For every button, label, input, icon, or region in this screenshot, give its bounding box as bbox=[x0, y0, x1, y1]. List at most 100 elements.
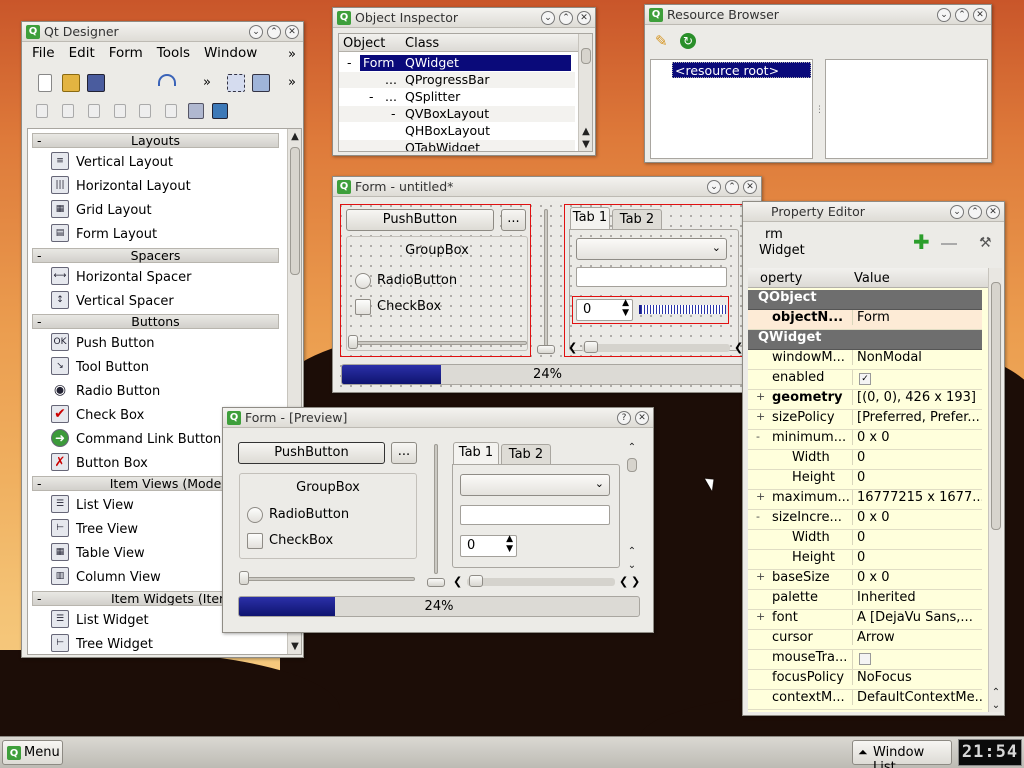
layout-grid-icon[interactable] bbox=[139, 104, 151, 118]
scroll-left-icon[interactable]: ❮ bbox=[453, 575, 462, 588]
vertical-slider[interactable] bbox=[544, 209, 548, 349]
scroll-right-icon-2[interactable]: ❯ bbox=[631, 575, 640, 588]
property-row[interactable]: + font A [DejaVu Sans,... bbox=[748, 610, 982, 630]
property-row[interactable]: Height 0 bbox=[748, 550, 982, 570]
scroll-thumb[interactable] bbox=[290, 147, 300, 275]
expand-icon[interactable]: + bbox=[756, 610, 765, 623]
edit-signals-icon[interactable] bbox=[252, 74, 270, 92]
slider-handle[interactable] bbox=[239, 571, 249, 585]
menu-tools[interactable]: Tools bbox=[157, 45, 190, 61]
widget-item[interactable]: Command Link Button bbox=[76, 432, 221, 447]
scroll-up-icon-2[interactable]: ⌃ bbox=[625, 546, 639, 557]
tab-2[interactable]: Tab 2 bbox=[501, 444, 551, 464]
category-buttons[interactable]: - Buttons bbox=[32, 314, 279, 329]
property-row[interactable]: Width 0 bbox=[748, 530, 982, 550]
edit-widgets-icon[interactable] bbox=[227, 74, 245, 92]
property-value[interactable]: A [DejaVu Sans,... bbox=[852, 610, 982, 625]
scroll-right-icon[interactable]: ❮ bbox=[619, 575, 628, 588]
property-value[interactable] bbox=[852, 650, 982, 669]
widget-item[interactable]: Radio Button bbox=[76, 384, 160, 399]
scroll-down-icon[interactable]: ⌄ bbox=[989, 700, 1002, 711]
widget-item[interactable]: Vertical Layout bbox=[76, 155, 173, 170]
layout-split-v-icon[interactable] bbox=[114, 104, 126, 118]
scroll-up-icon[interactable]: ⌃ bbox=[625, 442, 639, 453]
menu-form[interactable]: Form bbox=[109, 45, 143, 61]
header-class[interactable]: Class bbox=[405, 36, 439, 51]
designer-titlebar[interactable]: Q Qt Designer ⌄ ⌃ ✕ bbox=[22, 22, 303, 42]
property-row[interactable]: - sizeIncre... 0 x 0 bbox=[748, 510, 982, 530]
tool-button[interactable]: ... bbox=[501, 209, 526, 231]
property-value[interactable]: [(0, 0), 426 x 193] bbox=[852, 390, 982, 405]
property-value[interactable]: 0 bbox=[852, 450, 982, 465]
widget-item[interactable]: Horizontal Layout bbox=[76, 179, 191, 194]
property-row[interactable]: cursor Arrow bbox=[748, 630, 982, 650]
expand-icon[interactable]: + bbox=[756, 490, 765, 503]
preview-horizontal-scrollbar[interactable]: ❮ ❮ ❯ bbox=[453, 575, 643, 589]
tool-button[interactable]: ... bbox=[391, 442, 417, 464]
resource-root-item[interactable]: <resource root> bbox=[672, 62, 811, 78]
minimize-icon[interactable]: ⌄ bbox=[707, 180, 721, 194]
category-spacers[interactable]: - Spacers bbox=[32, 248, 279, 263]
check-box[interactable] bbox=[355, 299, 371, 315]
combo-box[interactable]: ⌄ bbox=[576, 238, 727, 260]
radio-button[interactable] bbox=[247, 507, 263, 523]
property-value[interactable]: 0 x 0 bbox=[852, 430, 982, 445]
collapse-icon[interactable]: - bbox=[756, 510, 760, 523]
property-row[interactable]: + geometry [(0, 0), 426 x 193] bbox=[748, 390, 982, 410]
scroll-up-icon[interactable]: ▲ bbox=[579, 126, 592, 137]
close-icon[interactable]: ✕ bbox=[577, 11, 591, 25]
header-property[interactable]: operty bbox=[760, 271, 802, 286]
maximize-icon[interactable]: ⌃ bbox=[968, 205, 982, 219]
scroll-up-icon[interactable]: ▲ bbox=[288, 131, 301, 142]
property-value[interactable]: Inherited bbox=[852, 590, 982, 605]
scroll-down-icon[interactable]: ⌄ bbox=[625, 560, 639, 571]
collapse-icon[interactable]: - bbox=[756, 430, 760, 443]
expand-icon[interactable]: - bbox=[347, 55, 352, 70]
property-value[interactable]: 0 bbox=[852, 550, 982, 565]
tab-2[interactable]: Tab 2 bbox=[612, 209, 662, 229]
radio-button[interactable] bbox=[355, 273, 371, 289]
open-folder-icon[interactable] bbox=[62, 74, 80, 92]
scroll-down-icon[interactable]: ▼ bbox=[288, 641, 301, 652]
property-value[interactable]: 16777215 x 1677... bbox=[852, 490, 982, 505]
spin-arrows-icon[interactable]: ▲ ▼ bbox=[622, 298, 629, 318]
object-tree-scrollbar[interactable]: ▲ ▼ bbox=[578, 34, 592, 151]
start-menu-button[interactable]: Q Menu bbox=[2, 740, 63, 765]
resource-browser-titlebar[interactable]: Q Resource Browser ⌄ ⌃ ✕ bbox=[645, 5, 991, 25]
property-value[interactable]: 0 x 0 bbox=[852, 570, 982, 585]
close-icon[interactable]: ✕ bbox=[986, 205, 1000, 219]
reload-icon[interactable]: ↻ bbox=[680, 33, 696, 49]
expand-icon[interactable]: + bbox=[756, 410, 765, 423]
horizontal-scrollbar-indicator[interactable] bbox=[639, 305, 726, 314]
widget-item[interactable]: Tree Widget bbox=[76, 637, 153, 652]
widget-item[interactable]: Form Layout bbox=[76, 227, 157, 242]
property-value[interactable]: DefaultContextMe... bbox=[852, 690, 982, 705]
add-property-icon[interactable]: ✚ bbox=[913, 232, 930, 252]
expand-icon[interactable]: + bbox=[756, 390, 765, 403]
property-row[interactable]: windowM... NonModal bbox=[748, 350, 982, 370]
preview-vertical-scrollbar[interactable]: ⌃ ⌃ ⌄ bbox=[625, 442, 639, 572]
property-value[interactable]: 0 x 0 bbox=[852, 510, 982, 525]
tree-row[interactable]: ... QProgressBar bbox=[339, 72, 575, 88]
property-row[interactable]: enabled ✓ bbox=[748, 370, 982, 390]
menu-window[interactable]: Window bbox=[204, 45, 257, 61]
resource-files[interactable] bbox=[825, 59, 988, 159]
scroll-track[interactable] bbox=[467, 578, 615, 586]
spin-box[interactable]: 0 ▲ ▼ bbox=[460, 534, 517, 557]
layout-h-icon[interactable] bbox=[36, 104, 48, 118]
tab-1[interactable]: Tab 1 bbox=[570, 207, 610, 229]
remove-property-icon[interactable] bbox=[941, 243, 957, 245]
property-value[interactable]: 0 bbox=[852, 530, 982, 545]
property-value[interactable]: NonModal bbox=[852, 350, 982, 365]
tree-row[interactable]: -... QSplitter bbox=[339, 89, 575, 105]
property-value[interactable]: [Preferred, Prefer... bbox=[852, 410, 982, 425]
scroll-thumb[interactable] bbox=[991, 282, 1001, 530]
tree-row[interactable]: QHBoxLayout bbox=[339, 123, 575, 139]
push-button[interactable]: PushButton bbox=[238, 442, 385, 464]
maximize-icon[interactable]: ⌃ bbox=[725, 180, 739, 194]
widget-item[interactable]: Check Box bbox=[76, 408, 144, 423]
toolbar-overflow-icon[interactable]: » bbox=[203, 75, 211, 90]
property-value[interactable]: Arrow bbox=[852, 630, 982, 645]
form-canvas[interactable]: PushButton ... GroupBox RadioButton Chec… bbox=[336, 201, 759, 390]
property-row[interactable]: objectN... Form bbox=[748, 310, 982, 330]
